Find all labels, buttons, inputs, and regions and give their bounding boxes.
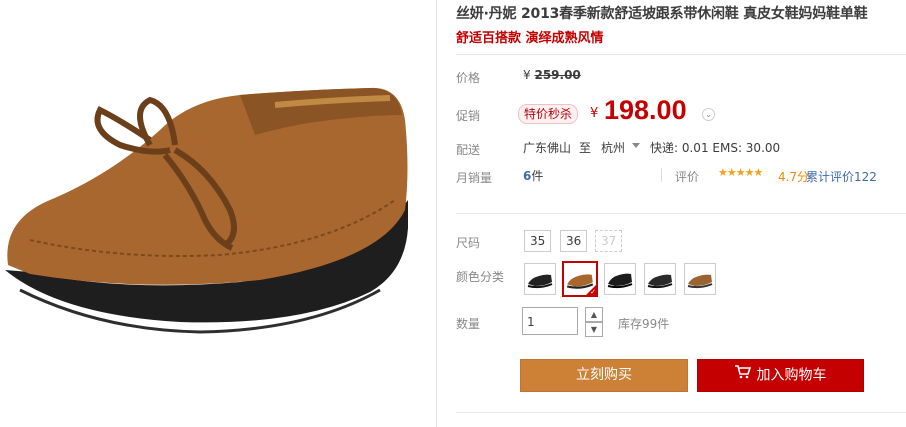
rating-score: 4.7分 [778, 170, 810, 184]
shipping-destination[interactable]: 杭州 [601, 139, 625, 156]
color-label: 颜色分类 [456, 270, 505, 284]
size-label: 尺码 [456, 236, 481, 250]
add-to-cart-label: 加入购物车 [756, 367, 827, 384]
shipping-rates: 快递: 0.01 EMS: 30.00 [650, 141, 781, 155]
color-swatch-black-3[interactable] [644, 263, 676, 295]
shipping-label: 配送 [456, 143, 481, 157]
sales-count: 6件 [523, 167, 543, 184]
divider [456, 213, 906, 214]
shipping-to-word: 至 [579, 141, 592, 155]
check-icon: ✓ [590, 288, 596, 296]
size-option-35[interactable]: 35 [524, 230, 552, 252]
product-info: 丝妍·丹妮 2013春季新款舒适坡跟系带休闲鞋 真皮女鞋妈妈鞋单鞋 舒适百搭款 … [456, 0, 906, 427]
sales-unit: 件 [531, 169, 544, 183]
shoe-thumbnail-icon [647, 274, 673, 289]
quantity-input[interactable]: 1 [522, 307, 578, 335]
promo-currency: ¥ [590, 106, 599, 121]
divider [456, 54, 906, 55]
stock-info: 库存99件 [618, 317, 670, 331]
vertical-divider [661, 168, 662, 182]
chevron-down-icon[interactable]: ⌄ [702, 108, 715, 121]
orig-price-value: 259.00 [534, 68, 581, 82]
add-to-cart-button[interactable]: 加入购物车 [697, 359, 864, 392]
divider [456, 412, 906, 413]
caret-down-icon[interactable] [632, 143, 640, 148]
product-image[interactable] [0, 60, 420, 360]
buy-now-button[interactable]: 立刻购买 [520, 359, 688, 392]
shoe-thumbnail-icon [527, 274, 553, 289]
color-swatch-black-2[interactable] [604, 263, 636, 295]
color-swatch-black-1[interactable] [524, 263, 556, 295]
cart-icon [734, 360, 751, 391]
product-subtitle: 舒适百搭款 演绎成熟风情 [456, 31, 604, 46]
color-swatch-tan[interactable] [684, 263, 716, 295]
quantity-label: 数量 [456, 317, 481, 331]
orig-price: ¥ 259.00 [523, 68, 581, 82]
quantity-increase-button[interactable]: ▲ [585, 307, 603, 322]
shoe-thumbnail-icon [687, 274, 713, 289]
orig-price-label: 价格 [456, 71, 481, 85]
promo-badge: 特价秒杀 [518, 104, 579, 124]
shoe-thumbnail-icon [607, 273, 633, 289]
rating-stars-icon: ★★★★★ [718, 166, 763, 179]
quantity-decrease-button[interactable]: ▼ [585, 322, 603, 337]
review-count-link[interactable]: 累计评价122 [806, 168, 877, 185]
size-option-36[interactable]: 36 [560, 230, 588, 252]
promo-price: 198.00 [604, 95, 687, 125]
size-option-37[interactable]: 37 [595, 230, 623, 252]
sales-label: 月销量 [456, 171, 493, 185]
product-title: 丝妍·丹妮 2013春季新款舒适坡跟系带休闲鞋 真皮女鞋妈妈鞋单鞋 [456, 6, 868, 22]
shipping-from: 广东佛山 [523, 141, 572, 155]
orig-currency: ¥ [523, 68, 531, 82]
color-swatch-brown-selected[interactable]: ✓ [562, 261, 598, 297]
review-label: 评价 [675, 170, 700, 184]
product-gallery [0, 0, 437, 427]
promo-label: 促销 [456, 109, 481, 123]
